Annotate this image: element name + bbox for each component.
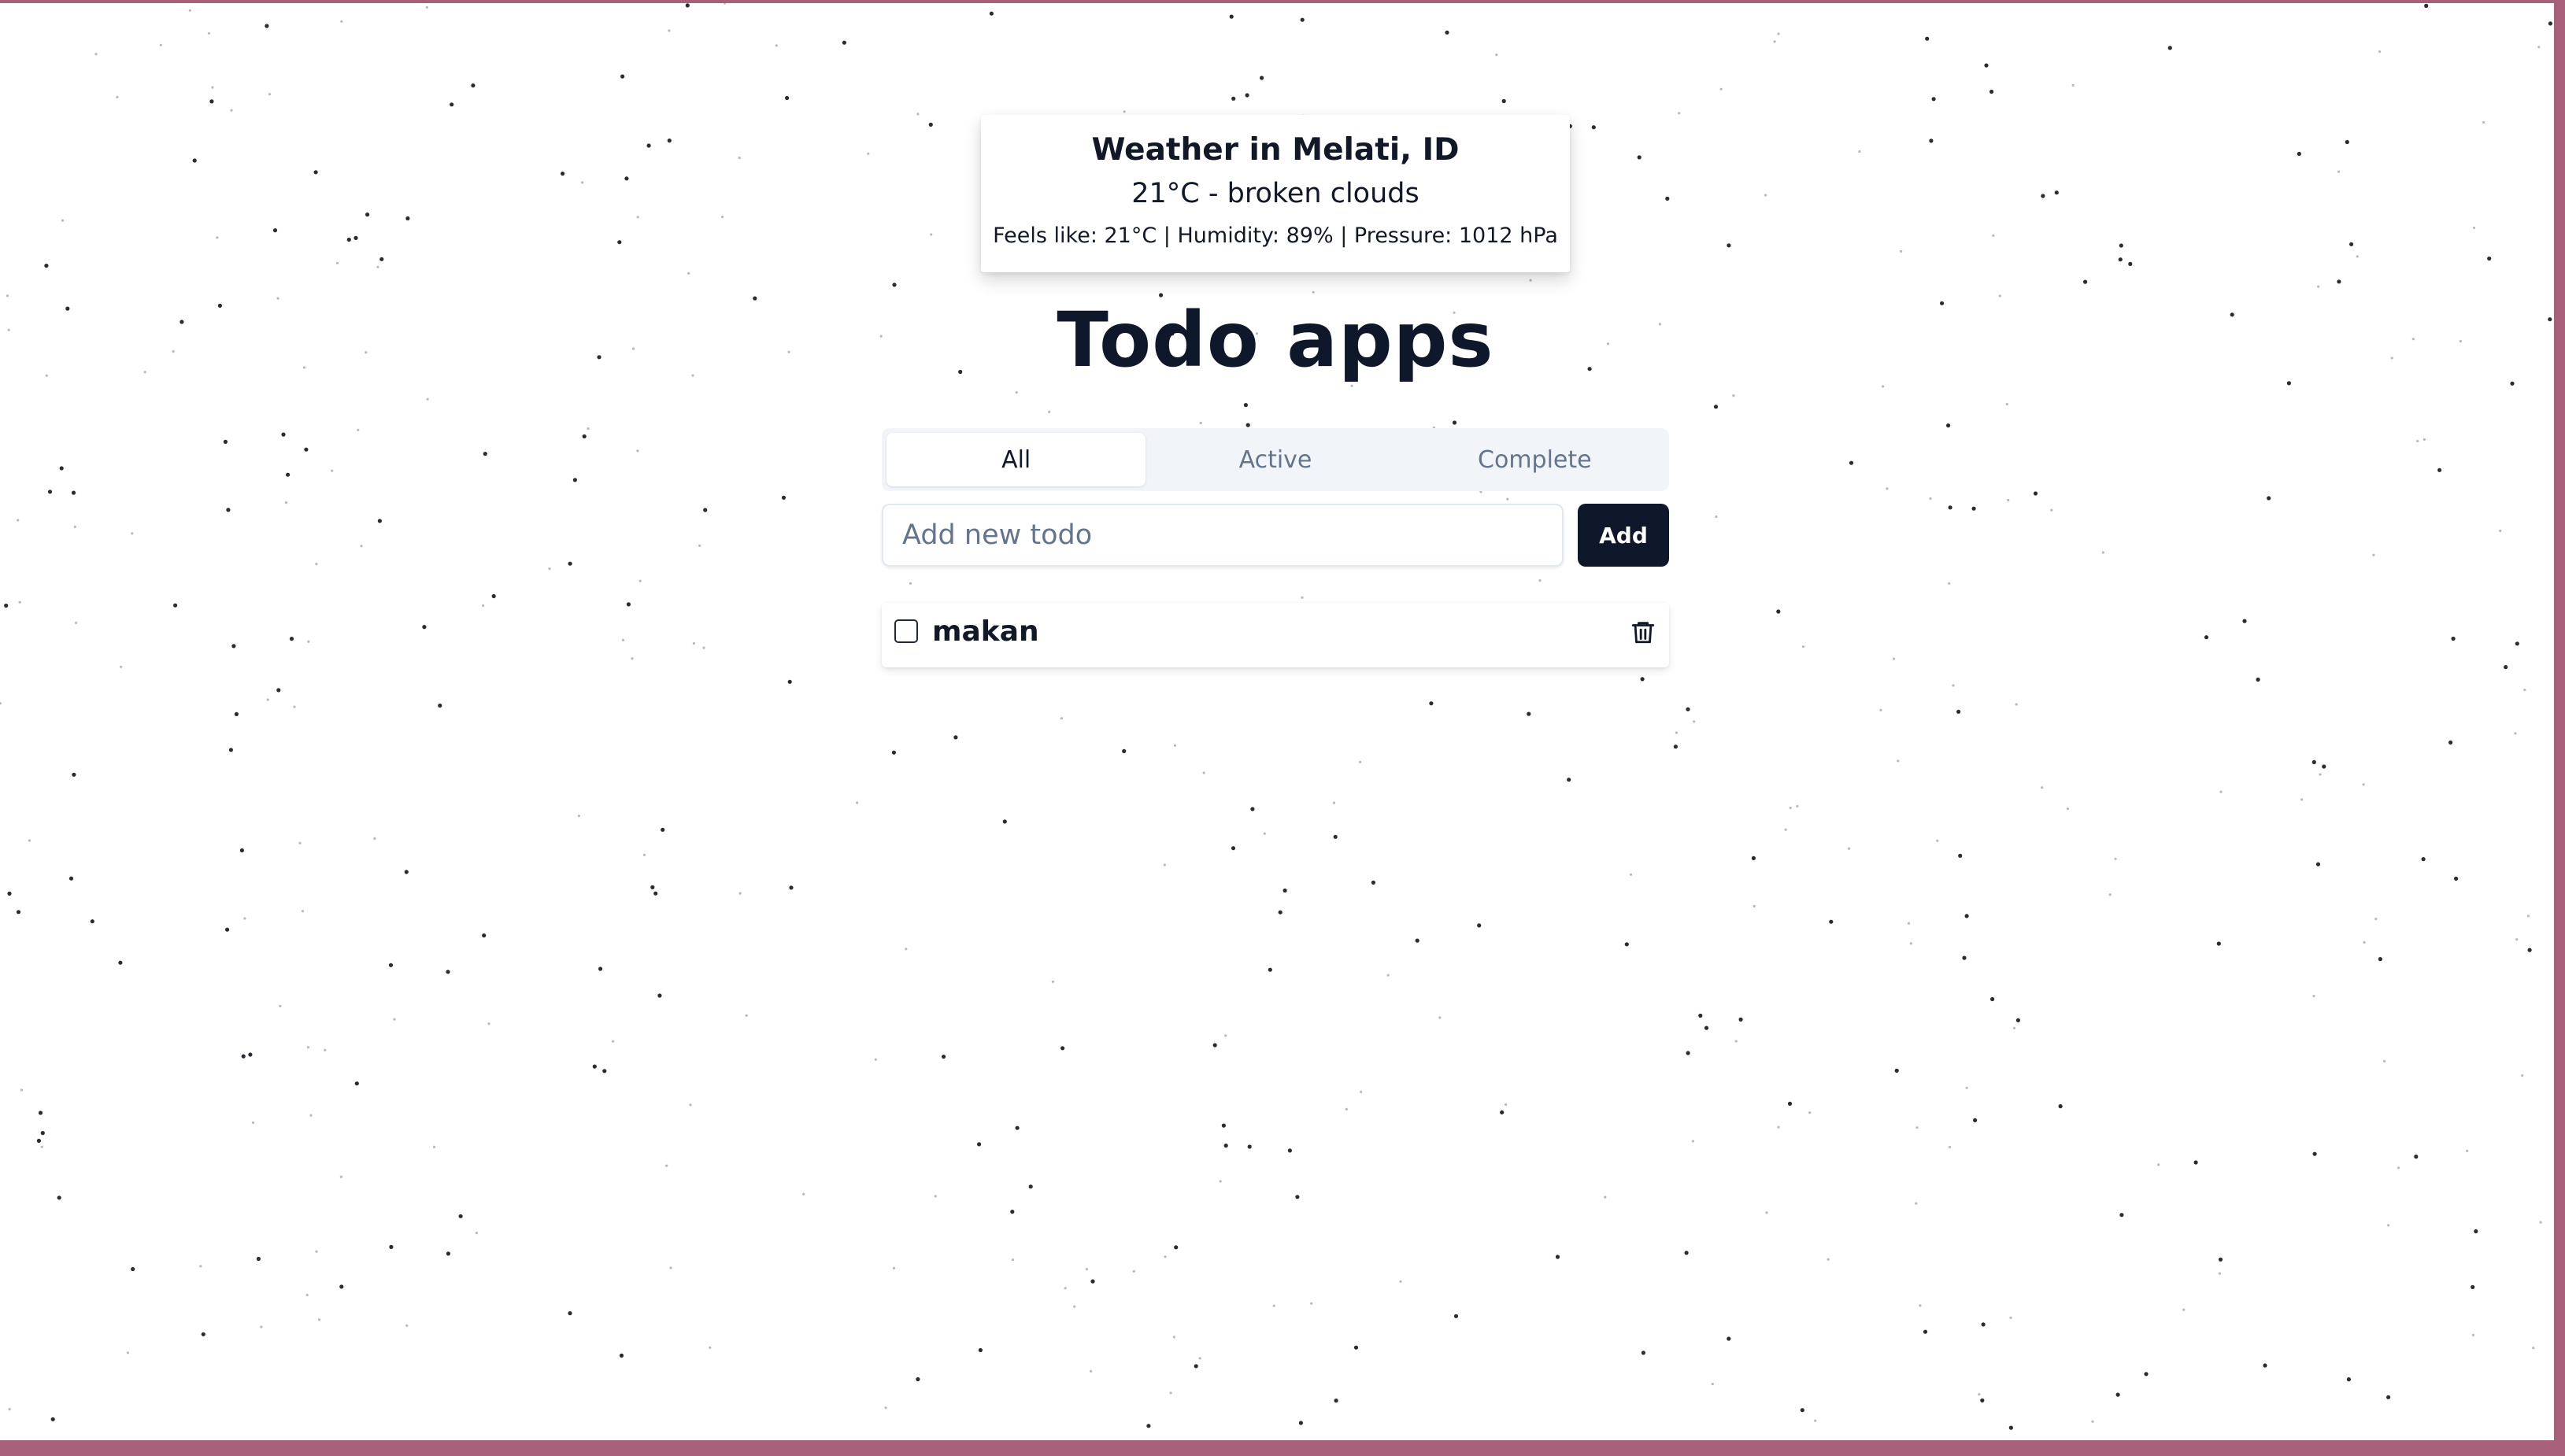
- todo-text: makan: [932, 615, 1039, 648]
- new-todo-input[interactable]: [882, 504, 1564, 567]
- weather-summary: 21°C - broken clouds: [1131, 178, 1419, 209]
- weather-title: Weather in Melati, ID: [1091, 132, 1460, 168]
- weather-details: Feels like: 21°C | Humidity: 89% | Press…: [993, 224, 1558, 248]
- add-button[interactable]: Add: [1578, 504, 1669, 567]
- app-window: Weather in Melati, ID 21°C - broken clou…: [0, 3, 2554, 1440]
- weather-card: Weather in Melati, ID 21°C - broken clou…: [981, 115, 1570, 272]
- add-todo-row: Add: [882, 504, 1669, 567]
- todo-checkbox[interactable]: [894, 619, 918, 643]
- page-title: Todo apps: [1057, 296, 1494, 384]
- todo-item: makan: [882, 603, 1669, 667]
- trash-icon[interactable]: [1630, 619, 1656, 645]
- filter-tabs: All Active Complete: [882, 428, 1669, 491]
- tab-complete[interactable]: Complete: [1405, 433, 1664, 486]
- tab-active[interactable]: Active: [1146, 433, 1405, 486]
- tab-all[interactable]: All: [886, 433, 1146, 486]
